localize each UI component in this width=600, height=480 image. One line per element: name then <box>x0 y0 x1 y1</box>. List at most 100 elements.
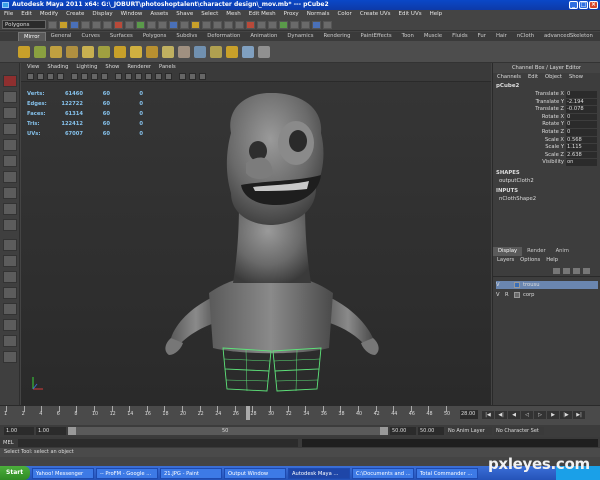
select-tool-icon[interactable] <box>3 75 17 87</box>
wireframe-on-shaded-icon[interactable] <box>135 73 142 80</box>
channel-attribute-value[interactable]: 0 <box>566 113 597 122</box>
end-time-field[interactable]: 50.00 <box>418 427 444 435</box>
isolate-select-icon[interactable] <box>189 73 196 80</box>
shelf-tab[interactable]: Animation <box>245 32 282 41</box>
layer-visibility-toggle[interactable]: V <box>496 292 502 298</box>
select-object-icon[interactable] <box>92 20 101 29</box>
play-forwards-icon[interactable]: ▷ <box>534 411 546 419</box>
taskbar-task[interactable]: Total Commander ... <box>416 467 478 479</box>
channel-attribute-value[interactable]: 1.115 <box>566 144 597 152</box>
range-start-handle[interactable] <box>68 427 76 435</box>
move-layer-up-icon[interactable] <box>553 268 560 274</box>
camera-icon[interactable] <box>27 73 34 80</box>
shelf-tab[interactable]: nCloth <box>512 32 539 41</box>
channel-attribute-value[interactable]: 2.638 <box>566 151 597 160</box>
viewport-menu-item[interactable]: Show <box>105 63 119 71</box>
current-frame-marker[interactable] <box>246 406 251 420</box>
go-to-start-icon[interactable]: |◀ <box>482 411 494 419</box>
grid-icon[interactable] <box>71 73 78 80</box>
four-view-layout-icon[interactable] <box>3 255 17 267</box>
character-model[interactable] <box>151 93 391 403</box>
shelf-tab[interactable]: General <box>46 32 77 41</box>
lights-icon[interactable] <box>155 73 162 80</box>
menu-item[interactable]: Edit UVs <box>399 10 422 19</box>
shelf-tab[interactable]: Deformation <box>202 32 245 41</box>
tool-icon[interactable] <box>3 219 17 231</box>
select-joints-icon[interactable] <box>125 20 134 29</box>
soft-mod-tool-icon[interactable] <box>3 171 17 183</box>
character-set-dropdown[interactable]: No Character Set <box>494 427 544 435</box>
menu-item[interactable]: Color <box>337 10 351 19</box>
input-node[interactable]: nClothShape2 <box>493 195 600 203</box>
range-bar[interactable]: 50 <box>68 427 388 435</box>
paint-select-tool-icon[interactable] <box>3 107 17 119</box>
shape-node[interactable]: outputCloth2 <box>493 177 600 185</box>
shelf-tab[interactable]: Curves <box>76 32 104 41</box>
channel-attribute-row[interactable]: Translate Z -0.078 <box>493 106 600 114</box>
xray-icon[interactable] <box>179 73 186 80</box>
resolution-gate-icon[interactable] <box>91 73 98 80</box>
start-time-field[interactable]: 1.00 <box>4 427 34 435</box>
channel-attribute-value[interactable]: -2.194 <box>566 98 597 107</box>
snap-point-icon[interactable] <box>224 20 233 29</box>
save-scene-icon[interactable] <box>70 20 79 29</box>
menu-item[interactable]: Select <box>201 10 218 19</box>
move-layer-down-icon[interactable] <box>563 268 570 274</box>
select-deformations-icon[interactable] <box>158 20 167 29</box>
channel-attribute-row[interactable]: Scale Y 1.115 <box>493 144 600 152</box>
shelf-tab[interactable]: Fluids <box>447 32 472 41</box>
step-back-frame-icon[interactable]: ◀ <box>508 411 520 419</box>
hypershade-icon[interactable] <box>290 20 299 29</box>
wireframe-icon[interactable] <box>115 73 122 80</box>
menu-item[interactable]: Window <box>121 10 143 19</box>
snap-grid-icon[interactable] <box>202 20 211 29</box>
shelf-tool-icon[interactable] <box>226 46 238 58</box>
channel-attribute-value[interactable]: 0 <box>566 128 597 137</box>
shelf-tool-icon[interactable] <box>162 46 174 58</box>
menu-item[interactable]: Assets <box>150 10 168 19</box>
time-slider[interactable]: 1 2 4 6 8 10 12 14 16 18 20 22 24 26 28 30 32 34 36 38 40 42 4… <box>0 405 600 425</box>
shelf-tab[interactable]: Muscle <box>419 32 447 41</box>
textured-icon[interactable] <box>145 73 152 80</box>
new-layer-icon[interactable] <box>573 268 580 274</box>
channel-attribute-value[interactable]: 0 <box>566 91 597 99</box>
shelf-tool-icon[interactable] <box>210 46 222 58</box>
channel-attribute-row[interactable]: Rotate Z0 <box>493 128 600 137</box>
ipr-render-icon[interactable] <box>268 20 277 29</box>
shelf-tool-icon[interactable] <box>50 46 62 58</box>
channel-attribute-value[interactable]: -0.078 <box>566 106 597 114</box>
menu-item[interactable]: Normals <box>307 10 330 19</box>
open-scene-icon[interactable] <box>59 20 68 29</box>
step-back-key-icon[interactable]: ◀| <box>495 411 507 419</box>
layout-icon[interactable] <box>3 335 17 347</box>
layer-name[interactable]: corp <box>523 292 534 298</box>
snap-view-plane-icon[interactable] <box>235 20 244 29</box>
shelf-tool-icon[interactable] <box>194 46 206 58</box>
shelf-tab[interactable]: Mirror <box>18 32 46 41</box>
shelf-tab[interactable]: Hair <box>491 32 512 41</box>
taskbar-task[interactable]: -- ProFM - Google ... <box>96 467 158 479</box>
channel-attribute-value[interactable]: 0 <box>566 121 597 129</box>
layer-type-toggle[interactable]: R <box>505 292 511 298</box>
select-handles-icon[interactable] <box>114 20 123 29</box>
layer-editor-tab[interactable]: Display <box>493 247 523 256</box>
step-forward-frame-icon[interactable]: ▶ <box>547 411 559 419</box>
taskbar-task[interactable]: Autodesk Maya ... <box>288 467 350 479</box>
layer-editor-tab[interactable]: Anim <box>551 247 574 256</box>
layer-editor-tab[interactable]: Render <box>522 247 550 256</box>
shelf-tab[interactable]: Polygons <box>138 32 172 41</box>
select-curves-icon[interactable] <box>136 20 145 29</box>
shelf-tool-icon[interactable] <box>98 46 110 58</box>
menu-item[interactable]: Edit <box>21 10 32 19</box>
shelf-tool-icon[interactable] <box>66 46 78 58</box>
channel-box-icon[interactable] <box>323 20 332 29</box>
shelf-tool-icon[interactable] <box>146 46 158 58</box>
new-layer-from-selection-icon[interactable] <box>583 268 590 274</box>
menu-item[interactable]: Shave <box>176 10 193 19</box>
select-surfaces-icon[interactable] <box>147 20 156 29</box>
shelf-tool-icon[interactable] <box>82 46 94 58</box>
shelf-tool-icon[interactable] <box>130 46 142 58</box>
layer-color-swatch[interactable] <box>514 292 520 298</box>
layer-editor-menu-item[interactable]: Options <box>520 256 540 265</box>
select-rendering-icon[interactable] <box>180 20 189 29</box>
